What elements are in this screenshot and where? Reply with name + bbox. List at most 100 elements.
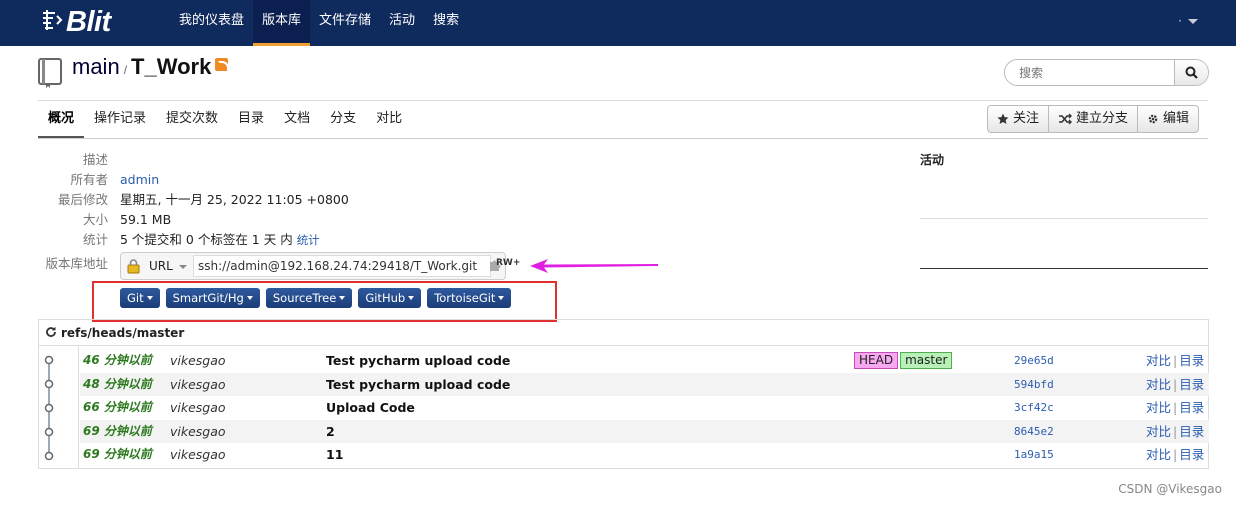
commit-author[interactable]: vikesgao <box>170 420 226 443</box>
stats-text: 5 个提交和 0 个标签在 1 天 内 <box>120 232 293 247</box>
shuffle-fork-icon <box>1059 113 1073 125</box>
repo-url-bar: URL ssh://admin@192.168.24.74:29418/T_Wo… <box>120 252 506 280</box>
star-icon <box>997 113 1009 124</box>
size-value: 59.1 MB <box>120 212 172 227</box>
activity-chart-baseline <box>920 268 1208 269</box>
fork-button-label: 建立分支 <box>1076 111 1129 126</box>
commit-age: 66 分钟以前 <box>83 400 152 415</box>
commit-refs: HEAD master <box>854 352 953 369</box>
commit-message[interactable]: 11 <box>326 443 343 466</box>
fork-button[interactable]: 建立分支 <box>1049 106 1139 132</box>
commit-actions: 对比 | 目录 <box>1146 353 1205 368</box>
tab-compare[interactable]: 对比 <box>366 102 412 138</box>
commit-hash[interactable]: 3cf42c <box>1014 396 1054 419</box>
search-input[interactable] <box>1005 60 1175 85</box>
tree-link[interactable]: 目录 <box>1179 447 1204 462</box>
commit-graph <box>39 346 79 469</box>
commit-message[interactable]: 2 <box>326 420 335 443</box>
commit-row[interactable]: 46 分钟以前 vikesgao Test pycharm upload cod… <box>80 349 1209 373</box>
commit-list: refs/heads/master 46 分钟以前 vikesgao Test … <box>38 319 1209 469</box>
tab-summary[interactable]: 概况 <box>38 102 85 138</box>
watch-button[interactable]: 关注 <box>988 106 1050 132</box>
commit-list-header: refs/heads/master <box>39 320 1208 346</box>
search-box <box>1004 59 1209 86</box>
chevron-down-icon <box>178 264 187 269</box>
tab-tree[interactable]: 目录 <box>228 102 274 138</box>
nav-repositories[interactable]: 版本库 <box>253 0 311 46</box>
top-navbar: Blit 我的仪表盘 版本库 文件存储 活动 搜索 · <box>0 0 1236 46</box>
commit-hash[interactable]: 8645e2 <box>1014 420 1054 443</box>
main-nav: 我的仪表盘 版本库 文件存储 活动 搜索 <box>170 0 468 46</box>
branch-badge[interactable]: master <box>900 352 953 369</box>
commit-message[interactable]: Test pycharm upload code <box>326 349 510 372</box>
url-protocol-select[interactable]: URL <box>145 253 191 279</box>
tab-docs[interactable]: 文档 <box>274 102 320 138</box>
nav-filestore[interactable]: 文件存储 <box>310 0 380 46</box>
annotation-highlight-box <box>92 281 557 322</box>
commit-hash[interactable]: 1a9a15 <box>1014 443 1054 466</box>
tabs-divider <box>38 138 1208 139</box>
gear-icon <box>1148 114 1158 124</box>
tree-link[interactable]: 目录 <box>1179 353 1204 368</box>
watermark: CSDN @Vikesgao <box>1118 482 1222 496</box>
commit-row[interactable]: 69 分钟以前 vikesgao 11 1a9a15 对比 | 目录 <box>80 443 1209 467</box>
tab-reflog[interactable]: 操作记录 <box>84 102 156 138</box>
compare-link[interactable]: 对比 <box>1146 400 1171 415</box>
rss-feed-icon[interactable] <box>215 58 230 72</box>
commit-actions: 对比 | 目录 <box>1146 423 1205 439</box>
commit-graph-lines <box>44 355 54 461</box>
refresh-icon <box>46 326 56 337</box>
permission-badge: RW+ <box>496 258 521 268</box>
repository-book-icon <box>38 58 62 88</box>
app-logo[interactable]: Blit <box>40 4 111 40</box>
commit-age: 48 分钟以前 <box>83 376 152 391</box>
chevron-down-icon <box>1188 19 1198 24</box>
head-badge[interactable]: HEAD <box>854 352 899 369</box>
last-modified-label: 最后修改 <box>57 192 108 207</box>
last-modified-value: 星期五, 十一月 25, 2022 11:05 +0800 <box>120 192 349 207</box>
commit-message[interactable]: Upload Code <box>326 396 415 419</box>
commit-age: 46 分钟以前 <box>83 353 152 367</box>
repo-url-label: 版本库地址 <box>45 256 108 271</box>
commit-row[interactable]: 66 分钟以前 vikesgao Upload Code 3cf42c 对比 | 目… <box>80 396 1209 420</box>
user-menu[interactable]: · <box>1178 14 1198 28</box>
size-label: 大小 <box>82 212 108 227</box>
edit-button-label: 编辑 <box>1163 111 1190 126</box>
description-label: 描述 <box>82 152 108 167</box>
nav-search[interactable]: 搜索 <box>424 0 468 46</box>
repo-project-link[interactable]: main <box>72 54 120 79</box>
commit-author[interactable]: vikesgao <box>170 443 226 466</box>
repo-title: main / T_Work <box>72 54 230 80</box>
compare-link[interactable]: 对比 <box>1146 447 1171 462</box>
compare-link[interactable]: 对比 <box>1146 353 1171 368</box>
commit-hash[interactable]: 29e65d <box>1014 349 1054 372</box>
commit-row[interactable]: 69 分钟以前 vikesgao 2 8645e2 对比 | 目录 <box>80 419 1209 444</box>
owner-link[interactable]: admin <box>120 170 159 190</box>
commit-message[interactable]: Test pycharm upload code <box>326 373 510 396</box>
commit-age: 69 分钟以前 <box>83 423 152 438</box>
tree-link[interactable]: 目录 <box>1179 424 1204 439</box>
tab-commits[interactable]: 提交次数 <box>156 102 228 138</box>
commit-row[interactable]: 48 分钟以前 vikesgao Test pycharm upload cod… <box>80 372 1209 397</box>
commit-author[interactable]: vikesgao <box>170 373 226 396</box>
tab-branches[interactable]: 分支 <box>320 102 366 138</box>
commit-author[interactable]: vikesgao <box>170 396 226 419</box>
compare-link[interactable]: 对比 <box>1146 424 1171 439</box>
repo-url-field[interactable]: ssh://admin@192.168.24.74:29418/T_Work.g… <box>193 255 491 277</box>
activity-divider <box>920 218 1208 219</box>
tree-link[interactable]: 目录 <box>1179 377 1204 392</box>
tree-link[interactable]: 目录 <box>1179 400 1204 415</box>
repo-name-link[interactable]: T_Work <box>131 54 211 79</box>
stats-link[interactable]: 统计 <box>297 233 320 247</box>
edit-button[interactable]: 编辑 <box>1138 106 1198 132</box>
ref-name[interactable]: refs/heads/master <box>61 326 184 340</box>
search-button[interactable] <box>1174 60 1208 85</box>
commit-hash[interactable]: 594bfd <box>1014 373 1054 396</box>
commit-actions: 对比 | 目录 <box>1146 376 1205 392</box>
commit-author[interactable]: vikesgao <box>170 349 226 372</box>
owner-label: 所有者 <box>70 172 108 187</box>
nav-dashboard[interactable]: 我的仪表盘 <box>170 0 253 46</box>
lock-icon <box>127 259 140 274</box>
compare-link[interactable]: 对比 <box>1146 377 1171 392</box>
nav-activity[interactable]: 活动 <box>380 0 424 46</box>
